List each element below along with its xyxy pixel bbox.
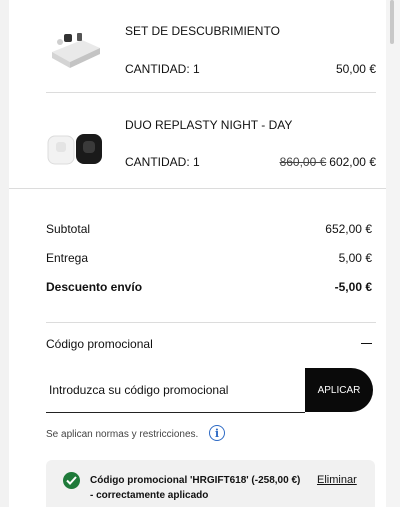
item-price: 602,00 € bbox=[329, 155, 376, 169]
discovery-set-image bbox=[46, 20, 106, 80]
subtotal-label: Subtotal bbox=[46, 222, 91, 236]
item-original-price: 860,00 € bbox=[279, 155, 327, 169]
delivery-label: Entrega bbox=[46, 251, 89, 265]
shipping-discount-value: -5,00 € bbox=[334, 280, 372, 294]
apply-button[interactable]: APLICAR bbox=[305, 368, 373, 412]
cart-item: DUO REPLASTY NIGHT - DAY CANTIDAD: 1 860… bbox=[46, 112, 376, 172]
left-edge bbox=[0, 0, 9, 507]
divider bbox=[46, 92, 376, 93]
subtotal-value: 652,00 € bbox=[325, 222, 372, 236]
promo-applied-banner: Código promocional 'HRGIFT618' (-258,00 … bbox=[46, 460, 375, 507]
item-price-group: 860,00 €602,00 € bbox=[280, 155, 376, 169]
scrollbar-thumb[interactable] bbox=[390, 0, 394, 44]
promo-code-heading[interactable]: Código promocional bbox=[46, 337, 153, 351]
duo-jars-image bbox=[46, 130, 106, 190]
item-price: 50,00 € bbox=[335, 62, 376, 76]
delivery-value: 5,00 € bbox=[338, 251, 372, 265]
remove-promo-link[interactable]: Eliminar bbox=[317, 474, 357, 486]
divider bbox=[9, 188, 386, 189]
promo-applied-message: Código promocional 'HRGIFT618' (-258,00 … bbox=[90, 475, 301, 501]
cart-item: SET DE DESCUBRIMIENTO CANTIDAD: 1 50,00 … bbox=[46, 18, 376, 78]
divider bbox=[46, 322, 376, 323]
scrollbar[interactable] bbox=[386, 0, 400, 507]
cart-summary-panel: SET DE DESCUBRIMIENTO CANTIDAD: 1 50,00 … bbox=[0, 0, 400, 507]
check-circle-icon bbox=[63, 472, 80, 489]
minus-icon[interactable] bbox=[361, 343, 372, 344]
promo-code-field[interactable] bbox=[46, 368, 305, 413]
item-name: DUO REPLASTY NIGHT - DAY bbox=[125, 118, 293, 132]
item-name: SET DE DESCUBRIMIENTO bbox=[125, 24, 280, 38]
item-quantity: CANTIDAD: 1 bbox=[125, 155, 200, 169]
terms-text: Se aplican normas y restricciones. bbox=[46, 429, 199, 440]
item-quantity: CANTIDAD: 1 bbox=[125, 62, 200, 76]
promo-code-input[interactable] bbox=[46, 368, 304, 411]
info-icon[interactable]: i bbox=[209, 425, 225, 441]
shipping-discount-label: Descuento envío bbox=[46, 280, 143, 294]
